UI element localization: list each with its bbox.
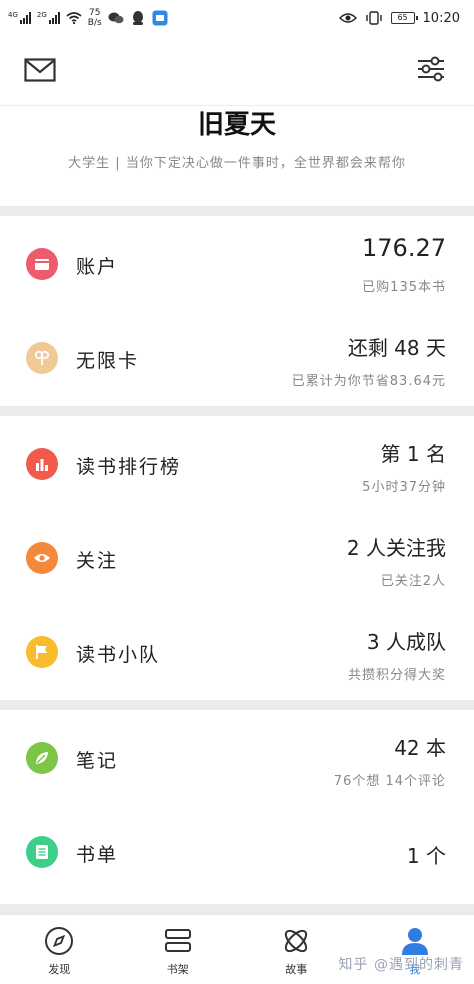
account-label: 账户 [76, 256, 119, 278]
signal-icon-2: 2G [37, 12, 60, 24]
bookshelf-icon [164, 929, 191, 952]
qq-icon [130, 10, 146, 26]
account-purchased: 已购135本书 [362, 280, 446, 295]
reading-time: 5小时37分钟 [362, 480, 446, 495]
section-divider [0, 700, 474, 710]
ranking-label: 读书排行榜 [76, 456, 182, 478]
settings-filter-button[interactable] [416, 56, 450, 88]
signal-icon: 4G [8, 12, 31, 24]
booklist-row[interactable]: 书单 1 个 [0, 804, 474, 900]
signal-label: 4G [8, 11, 18, 19]
battery-icon: 65 [390, 12, 418, 24]
section-social: 读书排行榜 第 1 名 5小时37分钟 关注 2 人关注我 已关注2人 读书小队… [0, 416, 474, 700]
team-size: 3 人成队 [366, 630, 446, 654]
nav-tab-bookshelf[interactable]: 书架 [119, 915, 238, 984]
mail-button[interactable] [24, 58, 56, 86]
bar-chart-icon [26, 448, 58, 480]
follow-row[interactable]: 关注 2 人关注我 已关注2人 [0, 510, 474, 606]
nav-tab-discover[interactable]: 发现 [0, 915, 119, 984]
booklist-count: 1 个 [406, 844, 446, 868]
eye-comfort-icon [338, 13, 357, 23]
following-count: 已关注2人 [380, 574, 446, 589]
section-divider [0, 406, 474, 416]
flag-icon [26, 636, 58, 668]
nav-label-bookshelf: 书架 [166, 963, 189, 976]
profile-icon [401, 928, 428, 955]
ranking-position: 第 1 名 [380, 442, 446, 466]
team-reward: 共攒积分得大奖 [347, 668, 446, 683]
status-bar: 4G 2G 75 B/s 65 10:20 [0, 0, 474, 36]
unlimited-card-remaining: 还剩 48 天 [347, 336, 446, 360]
section-divider [0, 206, 474, 216]
app-header [0, 36, 474, 106]
infinity-icon [26, 342, 58, 374]
account-row[interactable]: 账户 176.27 已购135本书 [0, 216, 474, 312]
net-speed: 75 B/s [88, 8, 102, 28]
nav-label-story: 故事 [285, 963, 308, 976]
section-divider [0, 904, 474, 914]
story-icon [285, 929, 308, 953]
section-notes: 笔记 42 本 76个想 14个评论 书单 1 个 [0, 710, 474, 904]
mail-icon [24, 58, 56, 82]
vibrate-icon [365, 11, 382, 25]
followers-count: 2 人关注我 [346, 536, 446, 560]
wallet-icon [26, 248, 58, 280]
eye-icon [26, 542, 58, 574]
notes-count: 42 本 [394, 736, 446, 760]
unlimited-card-label: 无限卡 [76, 350, 140, 372]
clock: 10:20 [422, 10, 460, 26]
notes-detail: 76个想 14个评论 [333, 774, 446, 789]
ranking-row[interactable]: 读书排行榜 第 1 名 5小时37分钟 [0, 416, 474, 512]
reading-team-label: 读书小队 [76, 644, 161, 666]
compass-icon [45, 927, 74, 955]
leaf-icon [26, 742, 58, 774]
follow-label: 关注 [76, 550, 119, 572]
signal-label-2: 2G [36, 11, 47, 19]
reading-team-row[interactable]: 读书小队 3 人成队 共攒积分得大奖 [0, 604, 474, 700]
wechat-icon [108, 10, 124, 26]
watermark: 知乎 @遇到的刺青 [338, 957, 464, 973]
net-speed-unit: B/s [87, 18, 102, 28]
app-notification-icon [152, 10, 168, 26]
profile-header[interactable]: 旧夏天 大学生 | 当你下定决心做一件事时，全世界都会来帮你 [0, 106, 474, 206]
sliders-icon [418, 56, 444, 82]
section-wallet: 账户 176.27 已购135本书 无限卡 还剩 48 天 已累计为你节省83.… [0, 216, 474, 406]
nav-label-discover: 发现 [48, 963, 71, 976]
notes-row[interactable]: 笔记 42 本 76个想 14个评论 [0, 710, 474, 806]
account-balance: 176.27 [362, 234, 446, 262]
profile-tagline: 大学生 | 当你下定决心做一件事时，全世界都会来帮你 [68, 156, 406, 171]
notes-label: 笔记 [76, 750, 119, 772]
profile-name: 旧夏天 [197, 110, 276, 140]
unlimited-card-savings: 已累计为你节省83.64元 [291, 374, 446, 389]
list-icon [26, 836, 58, 868]
unlimited-card-row[interactable]: 无限卡 还剩 48 天 已累计为你节省83.64元 [0, 310, 474, 406]
battery-level: 65 [397, 13, 408, 22]
net-speed-value: 75 [89, 8, 101, 18]
wifi-icon [66, 12, 82, 24]
booklist-label: 书单 [76, 844, 119, 866]
